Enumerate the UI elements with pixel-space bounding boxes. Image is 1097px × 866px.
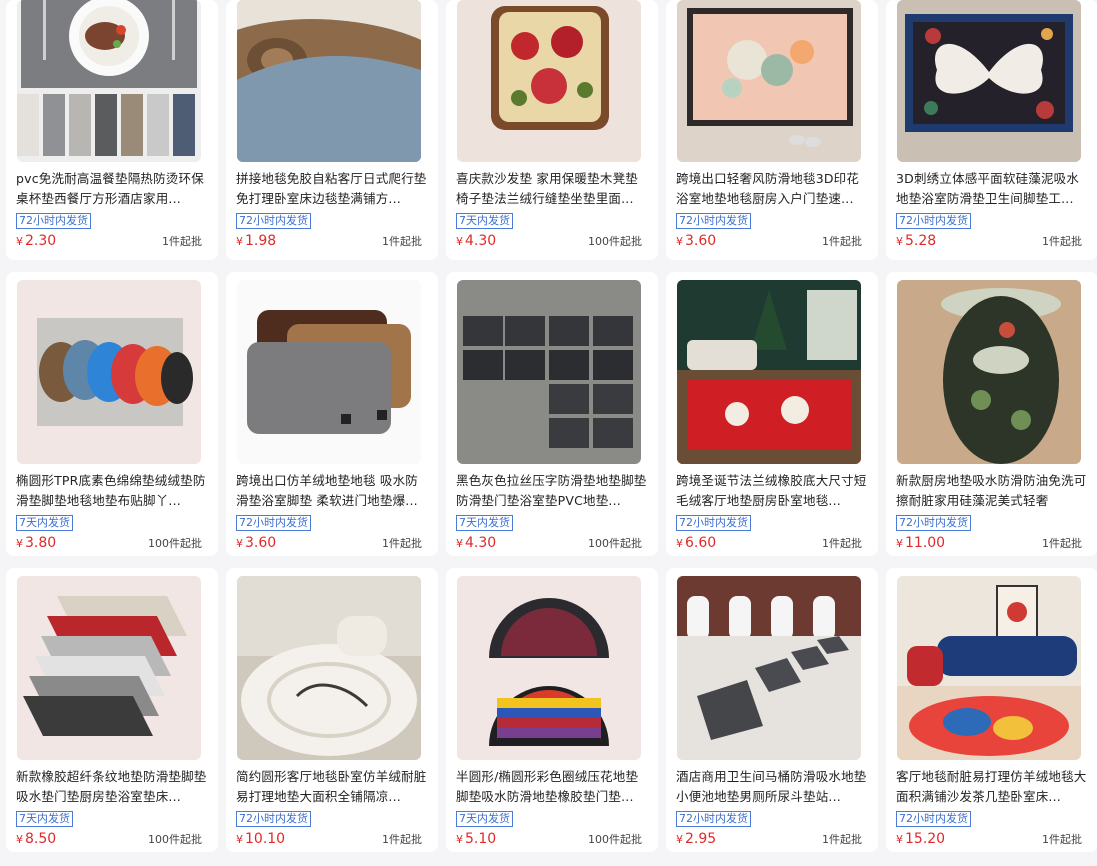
min-order-qty: 1件起批 bbox=[382, 537, 422, 550]
product-price: ¥4.30 bbox=[456, 535, 497, 551]
product-title[interactable]: 跨境圣诞节法兰绒橡胶底大尺寸短毛绒客厅地垫厨房卧室地毯... bbox=[676, 471, 868, 511]
product-image[interactable] bbox=[457, 576, 641, 760]
min-order-qty: 1件起批 bbox=[822, 235, 862, 248]
product-title[interactable]: 3D刺绣立体感平面软硅藻泥吸水地垫浴室防滑垫卫生间脚垫工... bbox=[896, 169, 1088, 209]
product-card[interactable]: 半圆形/椭圆形彩色圈绒压花地垫脚垫吸水防滑地垫橡胶垫门垫... 7天内发货 ¥5… bbox=[446, 568, 658, 852]
min-order-qty: 100件起批 bbox=[588, 537, 642, 550]
product-image[interactable] bbox=[897, 0, 1081, 162]
shipping-badge: 7天内发货 bbox=[16, 811, 73, 827]
shipping-badge: 72小时内发货 bbox=[896, 213, 971, 229]
product-price: ¥10.10 bbox=[236, 831, 286, 847]
product-title[interactable]: 黑色灰色拉丝压字防滑垫地垫脚垫防滑垫门垫浴室垫PVC地垫... bbox=[456, 471, 648, 511]
product-price: ¥5.10 bbox=[456, 831, 497, 847]
product-card[interactable]: pvc免洗耐高温餐垫隔热防烫环保桌杯垫西餐厅方形酒店家用... 72小时内发货 … bbox=[6, 0, 218, 260]
product-card[interactable]: 新款厨房地垫吸水防滑防油免洗可擦耐脏家用硅藻泥美式轻奢 72小时内发货 ¥11.… bbox=[886, 272, 1097, 556]
product-price: ¥5.28 bbox=[896, 233, 937, 249]
shipping-badge: 7天内发货 bbox=[456, 811, 513, 827]
min-order-qty: 1件起批 bbox=[1042, 235, 1082, 248]
product-price: ¥3.60 bbox=[236, 535, 277, 551]
product-card[interactable]: 酒店商用卫生间马桶防滑吸水地垫小便池地垫男厕所尿斗垫站... 72小时内发货 ¥… bbox=[666, 568, 878, 852]
shipping-badge: 72小时内发货 bbox=[236, 515, 311, 531]
product-card[interactable]: 3D刺绣立体感平面软硅藻泥吸水地垫浴室防滑垫卫生间脚垫工... 72小时内发货 … bbox=[886, 0, 1097, 260]
shipping-badge: 72小时内发货 bbox=[896, 811, 971, 827]
product-card[interactable]: 椭圆形TPR底素色绵绵垫绒绒垫防滑垫脚垫地毯地垫布贴脚丫... 7天内发货 ¥3… bbox=[6, 272, 218, 556]
product-image[interactable] bbox=[677, 280, 861, 464]
min-order-qty: 1件起批 bbox=[382, 833, 422, 846]
product-image[interactable] bbox=[677, 0, 861, 162]
shipping-badge: 72小时内发货 bbox=[676, 515, 751, 531]
product-title[interactable]: 简约圆形客厅地毯卧室仿羊绒耐脏易打理地垫大面积全铺隔凉... bbox=[236, 767, 428, 807]
product-image[interactable] bbox=[897, 576, 1081, 760]
product-image[interactable] bbox=[237, 280, 421, 464]
product-card[interactable]: 跨境出口轻奢风防滑地毯3D印花浴室地垫地毯厨房入户门垫速... 72小时内发货 … bbox=[666, 0, 878, 260]
product-grid: pvc免洗耐高温餐垫隔热防烫环保桌杯垫西餐厅方形酒店家用... 72小时内发货 … bbox=[6, 0, 1097, 852]
product-price: ¥2.30 bbox=[16, 233, 57, 249]
product-card[interactable]: 拼接地毯免胶自粘客厅日式爬行垫免打理卧室床边毯垫满铺方... 72小时内发货 ¥… bbox=[226, 0, 438, 260]
min-order-qty: 1件起批 bbox=[822, 537, 862, 550]
shipping-badge: 7天内发货 bbox=[456, 213, 513, 229]
product-title[interactable]: 酒店商用卫生间马桶防滑吸水地垫小便池地垫男厕所尿斗垫站... bbox=[676, 767, 868, 807]
product-image[interactable] bbox=[17, 0, 201, 162]
product-title[interactable]: 喜庆款沙发垫 家用保暖垫木凳垫椅子垫法兰绒行缝垫坐垫里面... bbox=[456, 169, 648, 209]
product-card[interactable]: 跨境圣诞节法兰绒橡胶底大尺寸短毛绒客厅地垫厨房卧室地毯... 72小时内发货 ¥… bbox=[666, 272, 878, 556]
product-price: ¥3.80 bbox=[16, 535, 57, 551]
shipping-badge: 72小时内发货 bbox=[236, 213, 311, 229]
product-title[interactable]: 拼接地毯免胶自粘客厅日式爬行垫免打理卧室床边毯垫满铺方... bbox=[236, 169, 428, 209]
product-price: ¥4.30 bbox=[456, 233, 497, 249]
product-title[interactable]: 半圆形/椭圆形彩色圈绒压花地垫脚垫吸水防滑地垫橡胶垫门垫... bbox=[456, 767, 648, 807]
min-order-qty: 1件起批 bbox=[1042, 833, 1082, 846]
product-image[interactable] bbox=[457, 0, 641, 162]
product-card[interactable]: 简约圆形客厅地毯卧室仿羊绒耐脏易打理地垫大面积全铺隔凉... 72小时内发货 ¥… bbox=[226, 568, 438, 852]
product-image[interactable] bbox=[457, 280, 641, 464]
product-price: ¥11.00 bbox=[896, 535, 946, 551]
product-price: ¥1.98 bbox=[236, 233, 277, 249]
min-order-qty: 100件起批 bbox=[588, 235, 642, 248]
product-price: ¥2.95 bbox=[676, 831, 717, 847]
min-order-qty: 1件起批 bbox=[382, 235, 422, 248]
shipping-badge: 72小时内发货 bbox=[676, 213, 751, 229]
shipping-badge: 7天内发货 bbox=[456, 515, 513, 531]
product-price: ¥15.20 bbox=[896, 831, 946, 847]
product-card[interactable]: 黑色灰色拉丝压字防滑垫地垫脚垫防滑垫门垫浴室垫PVC地垫... 7天内发货 ¥4… bbox=[446, 272, 658, 556]
product-image[interactable] bbox=[17, 280, 201, 464]
product-image[interactable] bbox=[237, 0, 421, 162]
product-price: ¥3.60 bbox=[676, 233, 717, 249]
shipping-badge: 72小时内发货 bbox=[676, 811, 751, 827]
product-price: ¥6.60 bbox=[676, 535, 717, 551]
product-title[interactable]: 跨境出口轻奢风防滑地毯3D印花浴室地垫地毯厨房入户门垫速... bbox=[676, 169, 868, 209]
product-title[interactable]: pvc免洗耐高温餐垫隔热防烫环保桌杯垫西餐厅方形酒店家用... bbox=[16, 169, 208, 209]
shipping-badge: 72小时内发货 bbox=[16, 213, 91, 229]
product-image[interactable] bbox=[237, 576, 421, 760]
product-image[interactable] bbox=[897, 280, 1081, 464]
min-order-qty: 1件起批 bbox=[162, 235, 202, 248]
product-image[interactable] bbox=[17, 576, 201, 760]
product-title[interactable]: 新款橡胶超纤条纹地垫防滑垫脚垫吸水垫门垫厨房垫浴室垫床... bbox=[16, 767, 208, 807]
product-title[interactable]: 跨境出口仿羊绒地垫地毯 吸水防滑垫浴室脚垫 柔软进门地垫爆... bbox=[236, 471, 428, 511]
min-order-qty: 100件起批 bbox=[148, 833, 202, 846]
product-title[interactable]: 客厅地毯耐脏易打理仿羊绒地毯大面积满铺沙发茶几垫卧室床... bbox=[896, 767, 1088, 807]
product-price: ¥8.50 bbox=[16, 831, 57, 847]
min-order-qty: 1件起批 bbox=[1042, 537, 1082, 550]
min-order-qty: 100件起批 bbox=[588, 833, 642, 846]
min-order-qty: 1件起批 bbox=[822, 833, 862, 846]
shipping-badge: 7天内发货 bbox=[16, 515, 73, 531]
product-title[interactable]: 新款厨房地垫吸水防滑防油免洗可擦耐脏家用硅藻泥美式轻奢 bbox=[896, 471, 1088, 511]
shipping-badge: 72小时内发货 bbox=[896, 515, 971, 531]
shipping-badge: 72小时内发货 bbox=[236, 811, 311, 827]
product-image[interactable] bbox=[677, 576, 861, 760]
product-card[interactable]: 喜庆款沙发垫 家用保暖垫木凳垫椅子垫法兰绒行缝垫坐垫里面... 7天内发货 ¥4… bbox=[446, 0, 658, 260]
min-order-qty: 100件起批 bbox=[148, 537, 202, 550]
product-title[interactable]: 椭圆形TPR底素色绵绵垫绒绒垫防滑垫脚垫地毯地垫布贴脚丫... bbox=[16, 471, 208, 511]
product-card[interactable]: 客厅地毯耐脏易打理仿羊绒地毯大面积满铺沙发茶几垫卧室床... 72小时内发货 ¥… bbox=[886, 568, 1097, 852]
product-card[interactable]: 跨境出口仿羊绒地垫地毯 吸水防滑垫浴室脚垫 柔软进门地垫爆... 72小时内发货… bbox=[226, 272, 438, 556]
product-card[interactable]: 新款橡胶超纤条纹地垫防滑垫脚垫吸水垫门垫厨房垫浴室垫床... 7天内发货 ¥8.… bbox=[6, 568, 218, 852]
